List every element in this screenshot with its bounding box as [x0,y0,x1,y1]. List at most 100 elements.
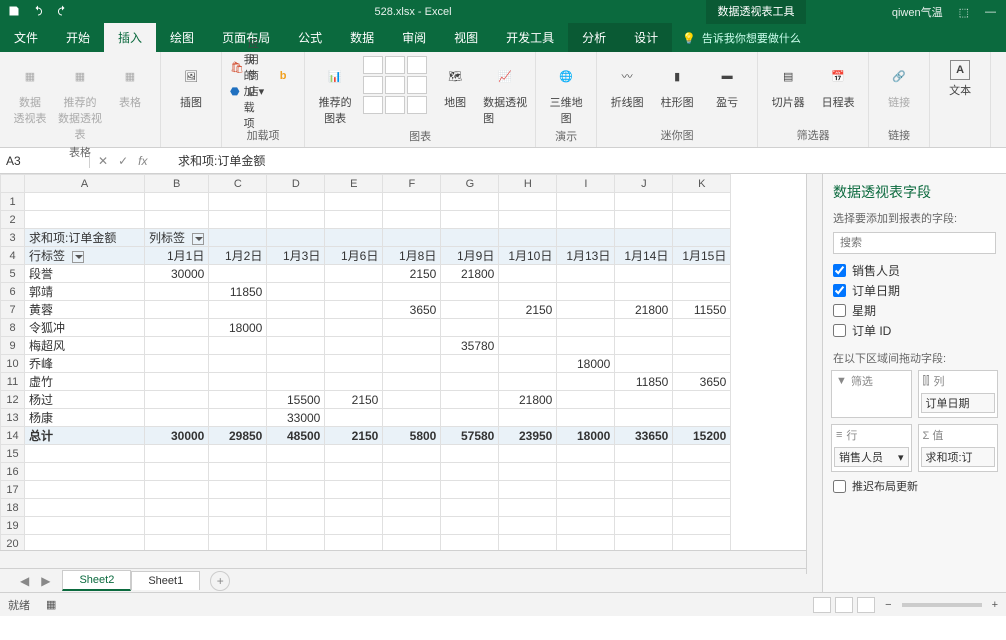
cell[interactable] [145,481,209,499]
cell[interactable] [25,499,145,517]
surface-chart-button[interactable] [385,96,405,114]
cell[interactable] [615,391,673,409]
cell[interactable]: 虚竹 [25,373,145,391]
cell[interactable] [267,499,325,517]
link-button[interactable]: 🔗链接 [877,56,921,110]
row-header[interactable]: 5 [1,265,25,283]
cell[interactable]: 1月1日 [145,247,209,265]
cell[interactable] [25,517,145,535]
cell[interactable] [145,319,209,337]
timeline-button[interactable]: 📅日程表 [816,56,860,110]
cell[interactable] [25,211,145,229]
cell[interactable]: 2150 [499,301,557,319]
cell[interactable] [615,319,673,337]
cell[interactable] [267,463,325,481]
cell[interactable] [267,373,325,391]
cell[interactable] [557,517,615,535]
cell[interactable] [209,229,267,247]
cell[interactable] [673,319,731,337]
cell[interactable] [325,463,383,481]
cell[interactable] [499,193,557,211]
cell[interactable]: 21800 [499,391,557,409]
cell[interactable] [499,229,557,247]
tab-draw[interactable]: 绘图 [156,23,208,52]
tab-review[interactable]: 审阅 [388,23,440,52]
row-header[interactable]: 3 [1,229,25,247]
cell[interactable] [615,481,673,499]
cell[interactable] [145,463,209,481]
line-chart-button[interactable] [385,56,405,74]
cell[interactable] [557,391,615,409]
ribbon-options-icon[interactable]: ⬚ [959,6,969,19]
cell[interactable] [383,499,441,517]
row-header[interactable]: 12 [1,391,25,409]
cell[interactable]: 1月3日 [267,247,325,265]
cell[interactable]: 33650 [615,427,673,445]
cell[interactable] [557,373,615,391]
tab-layout[interactable]: 页面布局 [208,23,284,52]
col-header[interactable]: D [267,175,325,193]
cell[interactable] [673,535,731,551]
cell[interactable] [441,517,499,535]
cell[interactable]: 11850 [615,373,673,391]
cell[interactable] [267,355,325,373]
pie-chart-button[interactable] [407,56,427,74]
tab-data[interactable]: 数据 [336,23,388,52]
cell[interactable] [209,265,267,283]
cell[interactable] [325,445,383,463]
slicer-button[interactable]: ▤切片器 [766,56,810,110]
sheet-nav-next-icon[interactable]: ▶ [41,574,50,588]
cell[interactable]: 23950 [499,427,557,445]
cell[interactable] [673,283,731,301]
cell[interactable]: 杨康 [25,409,145,427]
cell[interactable] [615,445,673,463]
cell[interactable] [383,445,441,463]
cell[interactable] [615,409,673,427]
cell[interactable] [615,229,673,247]
cell[interactable] [441,391,499,409]
cell[interactable] [383,391,441,409]
cell[interactable] [673,355,731,373]
cell[interactable] [325,211,383,229]
cell[interactable]: 1月9日 [441,247,499,265]
cell[interactable]: 令狐冲 [25,319,145,337]
row-header[interactable]: 10 [1,355,25,373]
horizontal-scrollbar[interactable] [0,550,822,568]
cell[interactable] [499,355,557,373]
cell[interactable]: 乔峰 [25,355,145,373]
redo-icon[interactable] [56,5,68,20]
cell[interactable] [209,391,267,409]
cell[interactable] [441,445,499,463]
cell[interactable] [441,499,499,517]
row-header[interactable]: 13 [1,409,25,427]
cell[interactable] [557,409,615,427]
combo-chart-button[interactable] [363,96,383,114]
cell[interactable]: 列标签 [145,229,209,247]
cell[interactable] [557,283,615,301]
field-item[interactable]: 星期 [833,300,996,320]
cell[interactable] [499,517,557,535]
row-header[interactable]: 9 [1,337,25,355]
cell[interactable]: 1月14日 [615,247,673,265]
values-chip[interactable]: 求和项:订 [921,447,996,467]
text-button[interactable]: A文本 [938,56,982,98]
cell[interactable] [383,211,441,229]
cell[interactable]: 1月15日 [673,247,731,265]
name-box[interactable]: A3 [0,154,90,168]
cell[interactable]: 1月13日 [557,247,615,265]
row-header[interactable]: 15 [1,445,25,463]
tell-me-search[interactable]: 💡告诉我你想要做什么 [672,24,811,52]
cell[interactable]: 21800 [615,301,673,319]
cell[interactable] [441,463,499,481]
cell[interactable] [209,499,267,517]
cell[interactable] [209,535,267,551]
cell[interactable] [209,373,267,391]
cell[interactable] [615,463,673,481]
cell[interactable] [557,301,615,319]
cell[interactable]: 18000 [557,355,615,373]
save-icon[interactable] [8,5,20,20]
cell[interactable] [557,229,615,247]
cell[interactable] [267,337,325,355]
bar-chart-button[interactable] [363,56,383,74]
cell[interactable] [209,337,267,355]
